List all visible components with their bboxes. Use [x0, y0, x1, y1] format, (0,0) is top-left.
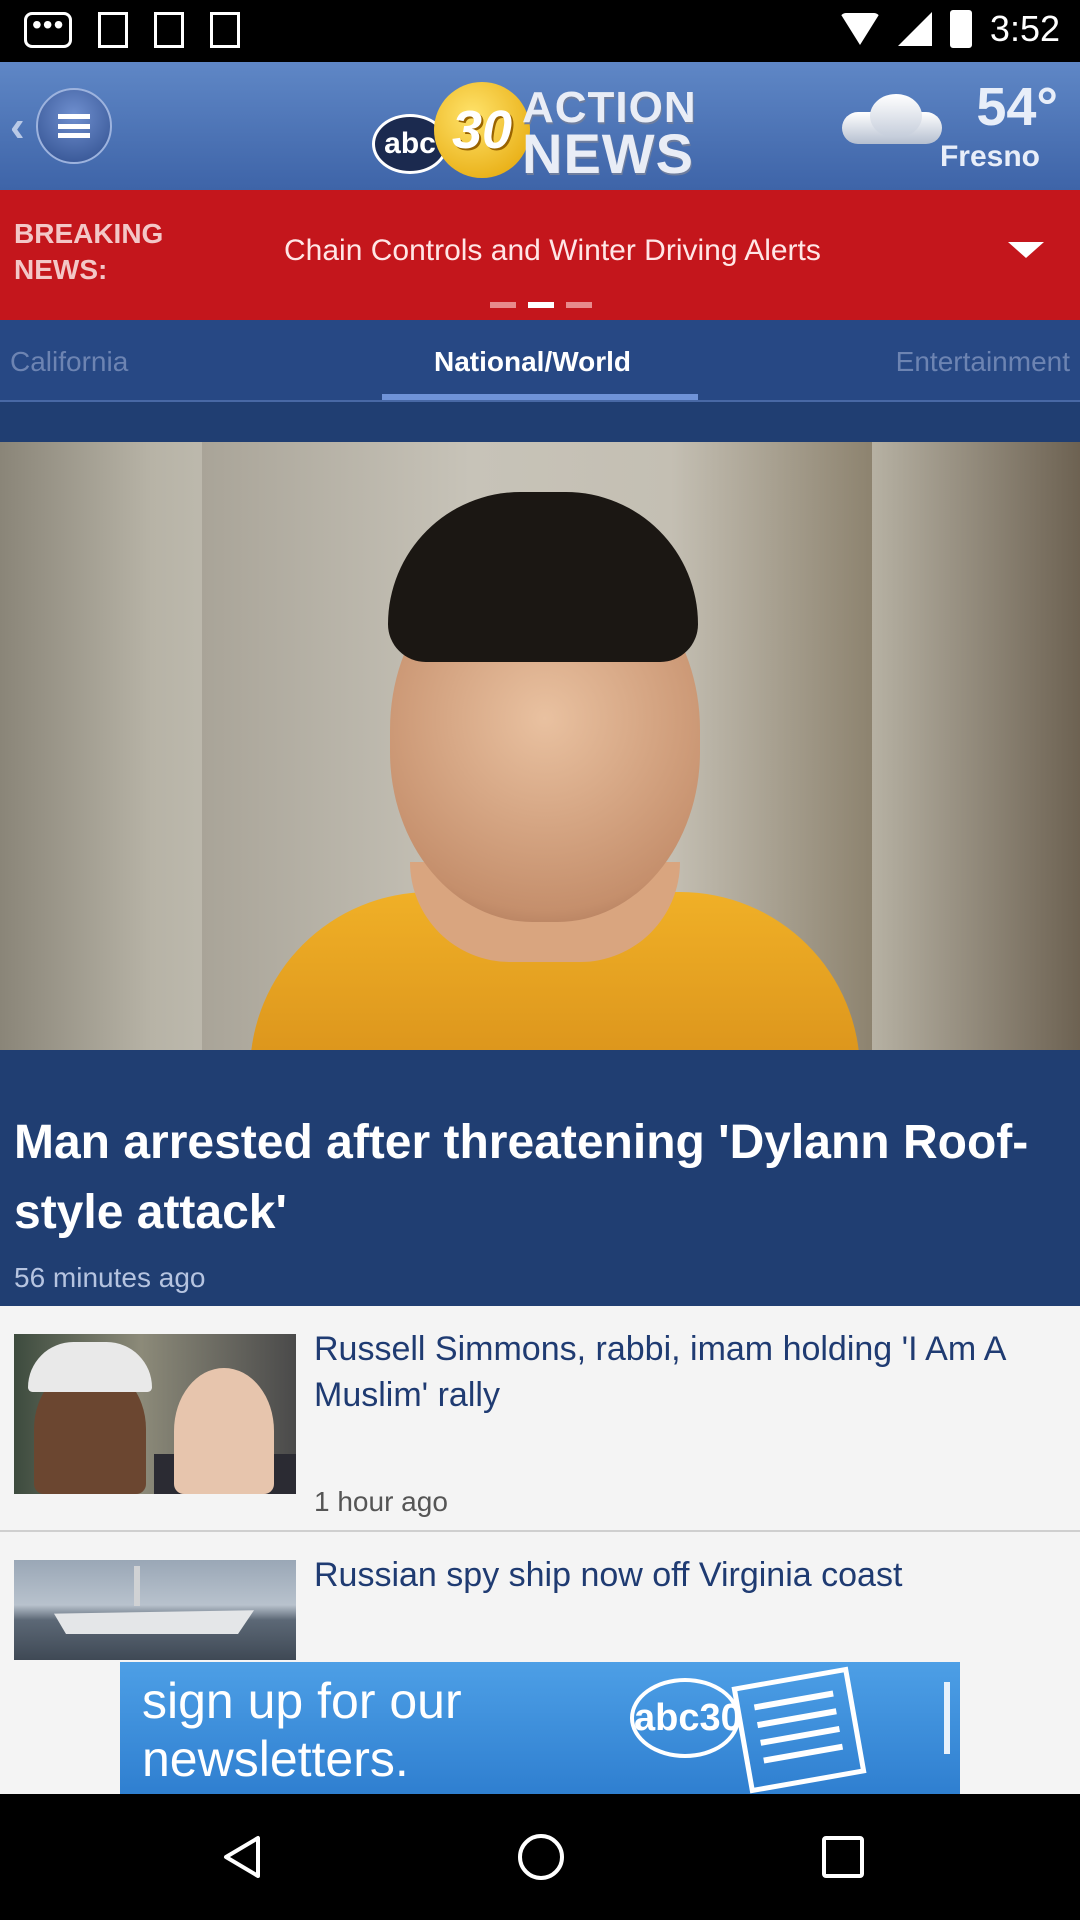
breaking-news-pager — [490, 302, 592, 308]
system-icons: 3:52 — [839, 8, 1060, 50]
ad-divider — [944, 1682, 950, 1754]
ad-text: sign up for our newsletters. — [142, 1673, 462, 1787]
story-thumbnail[interactable] — [14, 1334, 296, 1494]
hamburger-icon — [58, 114, 90, 138]
tab-national-world[interactable]: National/World — [434, 346, 631, 378]
featured-story-time: 56 minutes ago — [14, 1262, 206, 1293]
app-header: ‹ abc 30 ACTION NEWS 54° Fresno — [0, 62, 1080, 190]
battery-icon — [949, 10, 972, 48]
app-screen: 3:52 ‹ abc 30 ACTION NEWS 54° Fresno BRE… — [0, 0, 1080, 1920]
clock: 3:52 — [989, 8, 1060, 49]
featured-story[interactable]: Man arrested after threatening 'Dylann R… — [0, 402, 1080, 1306]
pager-dot-active — [528, 302, 554, 308]
cloud-icon — [842, 94, 942, 144]
logo-number: 30 — [434, 82, 530, 178]
selected-tab-indicator — [382, 394, 698, 400]
menu-button[interactable] — [36, 88, 112, 164]
story-thumbnail[interactable] — [14, 1560, 296, 1660]
nav-back-icon[interactable] — [218, 1832, 268, 1882]
nav-home-icon[interactable] — [516, 1832, 566, 1882]
system-navigation-bar — [0, 1794, 1080, 1920]
notification-icon — [154, 12, 184, 48]
weather-city: Fresno — [939, 140, 1040, 173]
notification-icon — [210, 12, 240, 48]
status-bar: 3:52 — [0, 0, 1080, 62]
abc30-action-news-logo: abc 30 ACTION NEWS — [372, 74, 712, 182]
story-time: 1 hour ago — [314, 1486, 448, 1517]
notification-icon — [98, 12, 128, 48]
breaking-news-headline[interactable]: Chain Controls and Winter Driving Alerts — [284, 234, 821, 268]
newspaper-icon — [731, 1666, 867, 1794]
message-icon — [24, 9, 72, 48]
tab-entertainment[interactable]: Entertainment — [896, 346, 1070, 378]
featured-story-title[interactable]: Man arrested after threatening 'Dylann R… — [14, 1108, 1064, 1248]
story-title[interactable]: Russell Simmons, rabbi, imam holding 'I … — [314, 1326, 1054, 1418]
breaking-news-banner[interactable]: BREAKING NEWS: Chain Controls and Winter … — [0, 190, 1080, 320]
weather-widget[interactable]: 54° Fresno — [838, 76, 1058, 176]
nav-recents-icon[interactable] — [818, 1832, 868, 1882]
wifi-icon — [839, 13, 880, 45]
pager-dot — [490, 302, 516, 308]
section-tabs: California National/World Entertainment — [0, 320, 1080, 402]
featured-story-photo[interactable] — [0, 442, 1080, 1050]
story-title[interactable]: Russian spy ship now off Virginia coast — [314, 1552, 1054, 1598]
newsletter-ad-banner[interactable]: sign up for our newsletters. abc30 — [120, 1662, 960, 1794]
breaking-news-label: BREAKING NEWS: — [14, 218, 164, 285]
pager-dot — [566, 302, 592, 308]
back-chevron-icon[interactable]: ‹ — [10, 102, 25, 152]
weather-temperature: 54° — [976, 77, 1058, 137]
signal-icon — [897, 12, 932, 46]
story-list-item[interactable]: Russell Simmons, rabbi, imam holding 'I … — [0, 1306, 1080, 1532]
notification-icons — [24, 9, 240, 48]
dropdown-arrow-icon[interactable] — [1008, 242, 1044, 258]
tab-california[interactable]: California — [10, 346, 128, 378]
logo-word-news: NEWS — [522, 122, 694, 185]
story-list-item[interactable]: Russian spy ship now off Virginia coast — [0, 1532, 1080, 1662]
ad-container: sign up for our newsletters. abc30 — [0, 1662, 1080, 1794]
ad-abc30-logo: abc30 — [630, 1678, 742, 1758]
